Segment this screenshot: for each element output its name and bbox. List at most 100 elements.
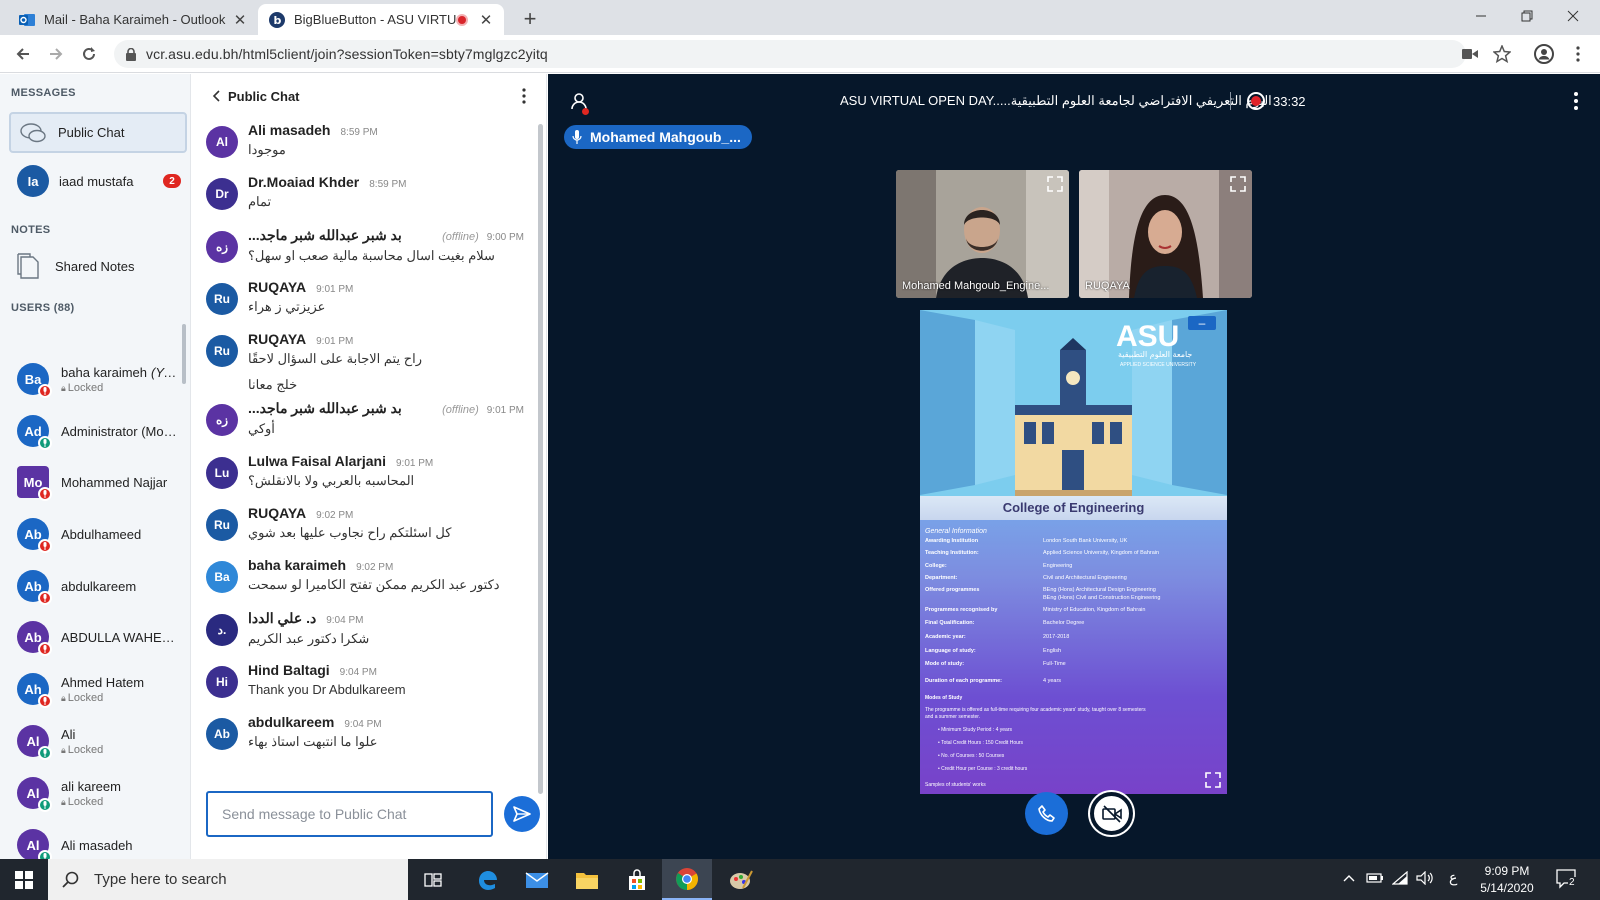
send-icon	[513, 806, 531, 822]
user-list-item[interactable]: Ad Administrator (Moa...	[17, 409, 185, 453]
microphone-icon	[572, 130, 582, 144]
message-text: Thank you Dr Abdulkareem	[248, 682, 406, 697]
avatar: Ab	[17, 570, 52, 605]
notification-center-icon[interactable]: 2	[1556, 869, 1578, 889]
message-time: 9:04 PM	[326, 615, 364, 626]
edge-browser-icon[interactable]	[462, 859, 512, 900]
current-talker-indicator[interactable]: Mohamed Mahgoub_...	[564, 125, 752, 149]
avatar-initials: Ah	[24, 681, 42, 697]
message-sender: Hind Baltagi	[248, 662, 330, 678]
volume-icon[interactable]	[1416, 871, 1434, 885]
windows-start-button[interactable]	[0, 859, 48, 900]
chat-header[interactable]: Public Chat	[192, 74, 547, 118]
user-name: Ahmed Hatem	[61, 675, 179, 690]
user-info: Ali 🔒︎ Locked	[61, 727, 179, 756]
mail-app-icon[interactable]	[512, 859, 562, 900]
send-button[interactable]	[504, 796, 540, 832]
shared-notes-item[interactable]: Shared Notes	[17, 252, 187, 280]
chat-message: زه ...بد شبر عبدالله شبر ماجد (offline) 9:0…	[206, 400, 526, 437]
message-body: baha karaimeh 9:02 PM دكتور عبد الكريم ممك…	[248, 557, 524, 593]
document-icon	[17, 253, 39, 279]
user-list-item[interactable]: Ab ABDULLA WAHEEB ...	[17, 615, 185, 659]
profile-icon[interactable]	[1532, 42, 1556, 66]
message-body: abdulkareem 9:04 PM علوا ما انتبهت استاذ ب…	[248, 714, 524, 750]
presentation-slide[interactable]: ASU جامعة العلوم التطبيقية APPLIED SCIEN…	[920, 310, 1227, 794]
forward-icon[interactable]	[44, 42, 68, 66]
user-list-item[interactable]: Ah Ahmed Hatem 🔒︎ Locked	[17, 667, 185, 711]
mic-muted-icon	[38, 384, 52, 398]
message-text: كل اسئلتكم راح نجاوب عليها بعد شوي	[248, 525, 452, 540]
leave-audio-button[interactable]	[1025, 792, 1068, 835]
offline-label: (offline)	[442, 231, 479, 243]
public-chat-item[interactable]: Public Chat	[9, 112, 187, 153]
info-key: Duration of each programme:	[925, 678, 1003, 684]
restore-window-icon[interactable]	[1504, 0, 1550, 32]
browser-menu-icon[interactable]	[1566, 42, 1590, 66]
user-list-item[interactable]: Al ali kareem 🔒︎ Locked	[17, 771, 185, 815]
minimize-presentation-button[interactable]: –	[1188, 316, 1216, 330]
share-webcam-button[interactable]	[1090, 792, 1133, 835]
video-label: RUQAYA	[1085, 280, 1130, 292]
chat-message: Lu Lulwa Faisal Alarjani 9:01 PM المحاسبه ب…	[206, 453, 526, 489]
message-input[interactable]	[206, 791, 493, 837]
close-window-icon[interactable]	[1550, 0, 1596, 32]
message-body: RUQAYA 9:01 PM راح يتم الاجابة على السؤال …	[248, 331, 524, 393]
avatar: Ia	[17, 165, 49, 197]
chrome-icon[interactable]	[662, 859, 712, 900]
back-icon[interactable]	[11, 42, 35, 66]
close-tab-icon[interactable]: ✕	[478, 11, 494, 29]
paint-app-icon[interactable]	[716, 859, 766, 900]
tab-bigbluebutton[interactable]: b BigBlueButton - ASU VIRTUA ✕	[258, 4, 504, 35]
fullscreen-icon[interactable]	[1205, 772, 1221, 788]
task-view-icon[interactable]	[408, 859, 458, 900]
message-time: 8:59 PM	[340, 127, 378, 138]
camera-icon[interactable]	[1458, 42, 1482, 66]
chevron-up-icon[interactable]	[1342, 871, 1356, 885]
taskbar-search-box[interactable]: Type here to search	[48, 859, 408, 900]
avatar-initials: Al	[26, 733, 40, 749]
user-list-item[interactable]: Mo Mohammed Najjar	[17, 460, 185, 504]
user-info: Abdulhameed	[61, 527, 179, 542]
reload-icon[interactable]	[77, 42, 101, 66]
address-bar[interactable]: vcr.asu.edu.bh/html5client/join?sessionT…	[114, 40, 1466, 68]
recording-time: 33:32	[1273, 94, 1306, 109]
user-info: Mohammed Najjar	[61, 475, 179, 490]
input-language[interactable]: ع	[1449, 869, 1457, 886]
user-list-item[interactable]: Ab Abdulhameed	[17, 512, 185, 556]
private-chat-item[interactable]: Ia iaad mustafa 2	[17, 165, 187, 197]
battery-icon[interactable]	[1366, 871, 1384, 885]
file-explorer-icon[interactable]	[562, 859, 612, 900]
webcam-video[interactable]: RUQAYA	[1079, 170, 1252, 298]
chevron-left-icon[interactable]	[212, 90, 220, 102]
info-key: Language of study:	[925, 648, 976, 654]
user-list-item[interactable]: Ab abdulkareem	[17, 564, 185, 608]
user-list-item[interactable]: Ba baha karaimeh (You) 🔒︎ Locked	[17, 357, 185, 401]
fullscreen-icon[interactable]	[1047, 176, 1063, 192]
system-clock[interactable]: 9:09 PM 5/14/2020	[1472, 863, 1542, 897]
message-text: خلج معانا	[248, 377, 298, 392]
recording-indicator-icon[interactable]	[1247, 92, 1265, 110]
store-icon[interactable]	[612, 859, 662, 900]
avatar: Dr	[206, 178, 238, 210]
minimize-window-icon[interactable]	[1458, 0, 1504, 32]
wifi-icon[interactable]	[1392, 871, 1408, 885]
you-label: (You)	[151, 364, 179, 380]
user-name: baha karaimeh (You)	[61, 365, 179, 380]
user-list-item[interactable]: Al Ali masadeh	[17, 823, 185, 859]
sidebar-scrollbar[interactable]	[182, 324, 186, 384]
options-menu-icon[interactable]	[1574, 92, 1578, 110]
info-key: Department:	[925, 575, 958, 581]
chat-scrollbar[interactable]	[538, 124, 543, 794]
info-value: 2017-2018	[1043, 634, 1070, 640]
webcam-video[interactable]: Mohamed Mahgoub_Engine...	[896, 170, 1069, 298]
bookmark-star-icon[interactable]	[1490, 42, 1514, 66]
chat-options-icon[interactable]	[522, 88, 526, 104]
close-tab-icon[interactable]: ✕	[232, 11, 248, 29]
fullscreen-icon[interactable]	[1230, 176, 1246, 192]
message-header: Dr.Moaiad Khder 8:59 PM	[248, 174, 524, 190]
user-list-item[interactable]: Al Ali 🔒︎ Locked	[17, 719, 185, 763]
avatar: Al	[17, 777, 52, 812]
microphone-icon	[38, 746, 52, 760]
new-tab-button[interactable]: +	[518, 6, 542, 32]
tab-outlook[interactable]: Mail - Baha Karaimeh - Outlook ✕	[8, 4, 258, 35]
